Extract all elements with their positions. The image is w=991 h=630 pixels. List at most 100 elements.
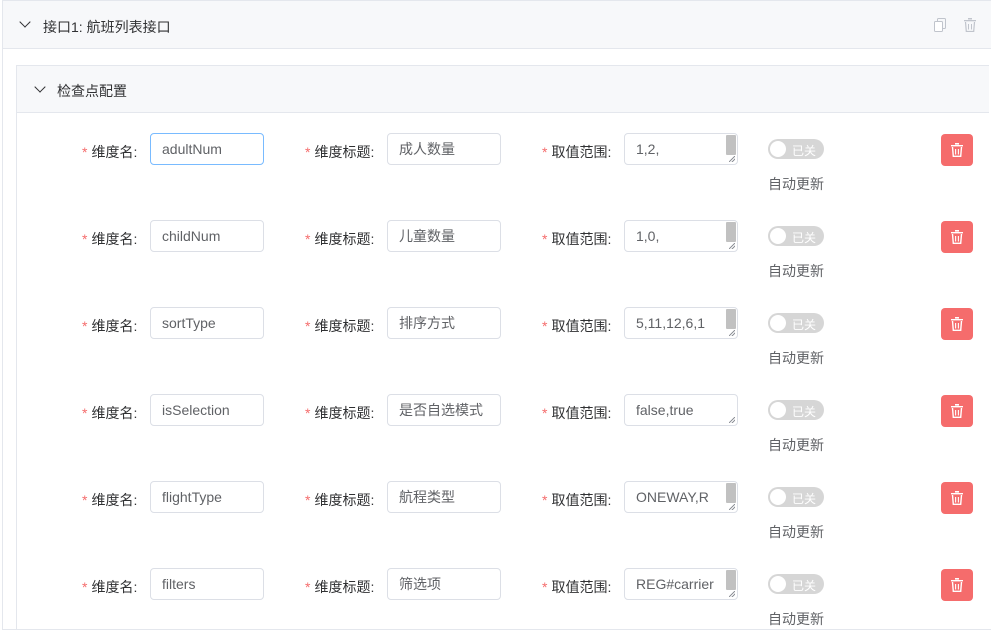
delete-dimension-button[interactable] [941, 395, 973, 427]
switch-off-text: 已关 [792, 318, 817, 332]
dimension-title-label: * 维度标题: [305, 316, 374, 336]
dimension-title-input[interactable]: 是否自选模式 [387, 394, 501, 426]
dimension-title-input[interactable]: 儿童数量 [387, 220, 501, 252]
delete-dimension-button[interactable] [941, 308, 973, 340]
value-range-textarea[interactable]: 1,2, [624, 133, 738, 165]
dimension-name-input[interactable]: sortType [150, 307, 264, 339]
switch-off-text: 已关 [792, 144, 817, 158]
resize-handle-icon[interactable] [729, 156, 735, 162]
copy-icon[interactable] [934, 18, 946, 32]
required-mark: * [82, 579, 88, 595]
value-range-text: 1,0, [636, 228, 660, 244]
trash-icon[interactable] [964, 18, 976, 32]
value-range-textarea[interactable]: ONEWAY,R [624, 481, 738, 513]
dimension-name-input[interactable]: childNum [150, 220, 264, 252]
scrollbar[interactable] [726, 309, 736, 329]
value-range-text: 1,2, [636, 141, 660, 157]
value-range-textarea[interactable]: REG#carrier [624, 568, 738, 600]
dimension-title-label: * 维度标题: [305, 577, 374, 597]
label-text: 维度标题: [314, 144, 375, 160]
auto-update-label: 自动更新 [768, 611, 824, 627]
interface-title: 接口1: 航班列表接口 [43, 19, 171, 35]
auto-update-switch[interactable]: 已关 [768, 400, 824, 420]
delete-dimension-button[interactable] [941, 482, 973, 514]
dimension-title-input[interactable]: 排序方式 [387, 307, 501, 339]
dimension-title-input[interactable]: 航程类型 [387, 481, 501, 513]
interface-panel-header[interactable]: 接口1: 航班列表接口 [3, 1, 991, 49]
label-text: 取值范围: [551, 144, 612, 160]
value-range-label: * 取值范围: [542, 577, 611, 597]
auto-update-switch[interactable]: 已关 [768, 313, 824, 333]
dimension-name-label: * 维度名: [82, 403, 137, 423]
trash-icon [951, 578, 963, 592]
auto-update-switch[interactable]: 已关 [768, 574, 824, 594]
dimension-name-label: * 维度名: [82, 577, 137, 597]
trash-icon [951, 404, 963, 418]
dimension-name-input[interactable]: flightType [150, 481, 264, 513]
required-mark: * [82, 492, 88, 508]
dimension-title-label: * 维度标题: [305, 490, 374, 510]
label-text: 维度名: [91, 144, 138, 160]
chevron-down-icon[interactable] [19, 16, 31, 28]
resize-handle-icon[interactable] [729, 591, 735, 597]
auto-update-label: 自动更新 [768, 263, 824, 279]
scrollbar[interactable] [726, 135, 736, 155]
trash-icon [951, 143, 963, 157]
value-range-textarea[interactable]: 5,11,12,6,1 [624, 307, 738, 339]
label-text: 取值范围: [551, 579, 612, 595]
dimension-title-input[interactable]: 成人数量 [387, 133, 501, 165]
dimension-row: * 维度名: childNum * 维度标题: 儿童数量 * 取值范围: 1,0, 已关 自动更新 [0, 220, 991, 300]
auto-update-switch[interactable]: 已关 [768, 487, 824, 507]
delete-dimension-button[interactable] [941, 221, 973, 253]
required-mark: * [542, 492, 548, 508]
required-mark: * [305, 231, 311, 247]
value-range-textarea[interactable]: false,true [624, 394, 738, 426]
label-text: 维度标题: [314, 318, 375, 334]
chevron-down-icon[interactable] [34, 81, 46, 93]
dimension-row: * 维度名: flightType * 维度标题: 航程类型 * 取值范围: ONEWAY,R 已… [0, 481, 991, 561]
scrollbar[interactable] [726, 570, 736, 590]
auto-update-label: 自动更新 [768, 350, 824, 366]
auto-update-switch[interactable]: 已关 [768, 139, 824, 159]
dimension-row: * 维度名: sortType * 维度标题: 排序方式 * 取值范围: 5,11,12,6,1… [0, 307, 991, 387]
value-range-text: 5,11,12,6,1 [636, 315, 706, 331]
auto-update-label: 自动更新 [768, 524, 824, 540]
required-mark: * [305, 405, 311, 421]
required-mark: * [305, 579, 311, 595]
required-mark: * [82, 405, 88, 421]
label-text: 维度名: [91, 405, 138, 421]
required-mark: * [542, 231, 548, 247]
dimension-name-input[interactable]: filters [150, 568, 264, 600]
dimension-name-label: * 维度名: [82, 316, 137, 336]
value-range-label: * 取值范围: [542, 490, 611, 510]
auto-update-label: 自动更新 [768, 176, 824, 192]
dimension-name-label: * 维度名: [82, 229, 137, 249]
scrollbar[interactable] [726, 222, 736, 242]
checkpoint-config-header[interactable]: 检查点配置 [17, 66, 989, 113]
auto-update-switch[interactable]: 已关 [768, 226, 824, 246]
delete-dimension-button[interactable] [941, 569, 973, 601]
delete-dimension-button[interactable] [941, 134, 973, 166]
label-text: 维度标题: [314, 492, 375, 508]
dimension-name-input[interactable]: isSelection [150, 394, 264, 426]
value-range-textarea[interactable]: 1,0, [624, 220, 738, 252]
resize-handle-icon[interactable] [729, 504, 735, 510]
resize-handle-icon[interactable] [729, 243, 735, 249]
dimension-name-label: * 维度名: [82, 490, 137, 510]
required-mark: * [305, 492, 311, 508]
resize-handle-icon[interactable] [729, 330, 735, 336]
dimension-title-input[interactable]: 筛选项 [387, 568, 501, 600]
section-title: 检查点配置 [57, 83, 127, 99]
required-mark: * [82, 144, 88, 160]
value-range-text: REG#carrier [636, 576, 714, 592]
dimension-name-input[interactable]: adultNum [150, 133, 264, 165]
scrollbar[interactable] [726, 483, 736, 503]
value-range-label: * 取值范围: [542, 316, 611, 336]
label-text: 取值范围: [551, 231, 612, 247]
resize-handle-icon[interactable] [729, 417, 735, 423]
label-text: 维度名: [91, 492, 138, 508]
switch-knob [770, 228, 786, 244]
label-text: 维度标题: [314, 579, 375, 595]
switch-off-text: 已关 [792, 492, 817, 506]
trash-icon [951, 230, 963, 244]
